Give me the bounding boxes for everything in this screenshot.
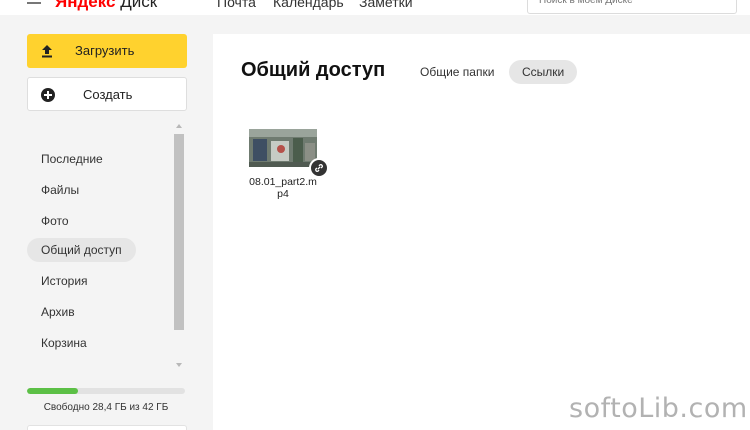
tab-shared-folders[interactable]: Общие папки xyxy=(407,60,507,84)
link-icon xyxy=(309,158,329,178)
sidebar-item-files[interactable]: Файлы xyxy=(27,178,93,202)
upload-icon xyxy=(40,44,54,58)
upload-button[interactable]: Загрузить xyxy=(27,34,187,68)
sidebar-item-shared[interactable]: Общий доступ xyxy=(27,238,136,262)
sidebar: Загрузить Создать Последние Файлы Фото О… xyxy=(0,15,213,430)
sidebar-scrollbar[interactable] xyxy=(173,123,185,368)
sidebar-item-history[interactable]: История xyxy=(27,269,102,293)
tab-links[interactable]: Ссылки xyxy=(509,60,578,84)
watermark: softoLib.com xyxy=(569,393,748,424)
storage-indicator: Свободно 28,4 ГБ из 42 ГБ xyxy=(27,388,187,413)
file-name: 08.01_part2.mp4 xyxy=(249,176,317,200)
logo-product: Диск xyxy=(120,0,158,11)
menu-icon[interactable] xyxy=(27,0,41,9)
sidebar-item-photos[interactable]: Фото xyxy=(27,209,83,233)
nav-mail[interactable]: Почта xyxy=(217,0,256,10)
sidebar-item-trash[interactable]: Корзина xyxy=(27,331,101,355)
main-panel: Общий доступ Общие папки Ссылки 08.01_pa… xyxy=(213,34,750,430)
search-box[interactable] xyxy=(527,0,737,14)
file-item[interactable]: 08.01_part2.mp4 xyxy=(249,129,329,200)
sidebar-bottom-button[interactable] xyxy=(27,425,187,430)
sidebar-item-archive[interactable]: Архив xyxy=(27,300,89,324)
storage-bar-fill xyxy=(27,388,78,394)
logo-brand: Яндекс xyxy=(55,0,116,11)
storage-text: Свободно 28,4 ГБ из 42 ГБ xyxy=(43,402,169,413)
storage-bar xyxy=(27,388,185,394)
logo[interactable]: Яндекс Диск xyxy=(55,0,157,12)
search-input[interactable] xyxy=(528,0,736,13)
create-button-label: Создать xyxy=(83,87,133,102)
scroll-down-arrow-icon[interactable] xyxy=(176,363,182,367)
video-thumbnail xyxy=(249,129,317,167)
plus-icon xyxy=(41,88,55,102)
top-header: Яндекс Диск Почта Календарь Заметки xyxy=(0,0,750,15)
upload-button-label: Загрузить xyxy=(75,43,135,58)
create-button[interactable]: Создать xyxy=(27,77,187,111)
nav-calendar[interactable]: Календарь xyxy=(273,0,344,10)
scroll-thumb[interactable] xyxy=(174,134,184,330)
scroll-up-arrow-icon[interactable] xyxy=(176,124,182,128)
sidebar-item-recent[interactable]: Последние xyxy=(27,147,117,171)
page-title: Общий доступ xyxy=(241,59,386,81)
nav-notes[interactable]: Заметки xyxy=(359,0,413,10)
